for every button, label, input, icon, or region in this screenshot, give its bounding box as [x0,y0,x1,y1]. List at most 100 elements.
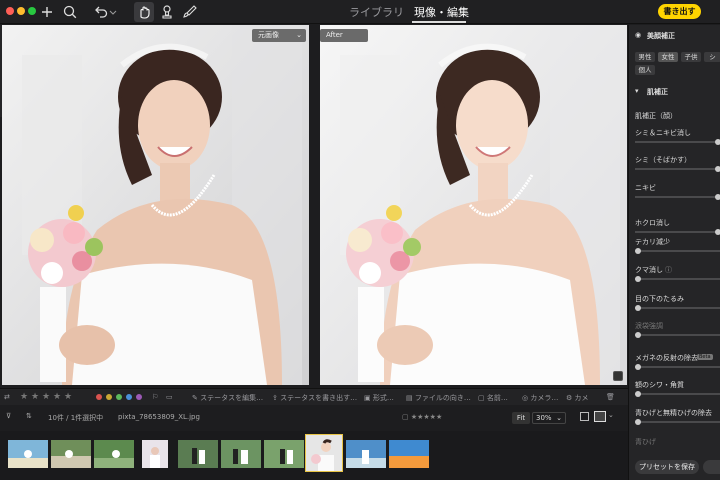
color-label-yellow[interactable] [106,394,112,400]
chevron-down-icon[interactable]: ⌄ [608,411,614,419]
slider-track[interactable] [635,334,720,336]
chip-female[interactable]: 女性 [658,52,678,62]
chevron-down-icon[interactable] [108,3,118,21]
photo-before[interactable]: 元画像 ⌄ [2,25,309,385]
slider-knob[interactable] [715,229,720,235]
chevron-down-icon: ⌄ [296,31,302,39]
thumbnail[interactable] [221,440,261,468]
slider-knob[interactable] [635,332,641,338]
rating-filter-icon[interactable]: ⇄ [4,393,10,401]
comment-icon[interactable]: ▭ [166,393,173,401]
chip-child[interactable]: 子供 [681,52,701,62]
thumbnail[interactable] [264,440,304,468]
flag-icon[interactable]: ⚐ [152,393,158,401]
slider-track[interactable] [635,231,720,233]
color-label-purple[interactable] [136,394,142,400]
slider-track[interactable] [635,196,720,198]
slider-track[interactable] [635,141,720,143]
sort-icon[interactable]: ⇅ [26,412,32,420]
name-sort-button[interactable]: ▢ 名前… [478,393,508,403]
info-icon[interactable]: ⓘ [665,265,672,275]
star-icon[interactable]: ★ [64,392,72,402]
brush-icon[interactable] [181,3,199,21]
slider-knob[interactable] [635,248,641,254]
thumbnail[interactable] [389,440,429,468]
name-sort-label: 名前 [486,394,501,402]
filename: pixta_78653809_XL.jpg [118,413,200,421]
slider-track[interactable] [635,278,720,280]
zoom-value: 30% [536,414,552,422]
slider-track[interactable] [635,168,720,170]
filter-icon[interactable]: ⊽ [6,412,11,420]
file-info-bar: ⊽ ⇅ 10件 / 1件選択中 pixta_78653809_XL.jpg ▢ … [0,406,628,430]
slider-knob[interactable] [715,194,720,200]
slider-knob[interactable] [635,391,641,397]
edit-status-label: ステータスを編集 [200,394,257,402]
nav-library[interactable]: ライブラリ [349,4,404,20]
metadata-bar: ⇄ ★ ★ ★ ★ ★ ⚐ ▭ ✎ ステータスを編集… ⇪ ステータスを書き出す… [0,388,628,405]
save-preset-button[interactable]: プリセットを保存 [635,460,699,474]
slider-knob[interactable] [635,364,641,370]
slider-track[interactable] [635,307,720,309]
star-icon[interactable]: ★ [20,392,28,402]
edit-status-button[interactable]: ✎ ステータスを編集… [192,393,263,403]
before-label[interactable]: 元画像 ⌄ [252,29,306,42]
compare-divider[interactable] [309,25,320,385]
slider-track[interactable] [635,421,720,423]
trash-icon[interactable]: 🗑 [606,393,615,401]
more-options-button[interactable] [703,460,720,474]
after-label[interactable]: After [320,29,368,42]
thumbnail-selected[interactable] [305,434,343,472]
chevron-down-icon[interactable]: ▾ [635,87,639,95]
orientation-button[interactable]: ▤ ファイルの向き… [406,393,471,403]
slider-knob[interactable] [635,276,641,282]
star-icon[interactable]: ★ [42,392,50,402]
slider-track[interactable] [635,366,720,368]
thumbnail[interactable] [51,440,91,468]
color-label-red[interactable] [96,394,102,400]
thumbnail[interactable] [178,440,218,468]
camera-button[interactable]: ◎ カメラ… [522,393,558,403]
thumbnail[interactable] [346,440,386,468]
slider-knob[interactable] [715,139,720,145]
slider-knob[interactable] [715,166,720,172]
before-label-text: 元画像 [258,31,279,39]
fit-button[interactable]: Fit [512,412,530,424]
close-window-button[interactable] [6,7,14,15]
nav-develop[interactable]: 現像・編集 [414,4,469,20]
slider-knob[interactable] [635,305,641,311]
chip-senior[interactable]: シ [704,52,720,62]
slider-track[interactable] [635,250,720,252]
search-icon[interactable] [61,3,79,21]
expand-compare-icon[interactable] [613,371,623,381]
minimize-window-button[interactable] [17,7,25,15]
star-icon[interactable]: ★ [31,392,39,402]
zoom-select[interactable]: 30% ⌄ [532,412,566,424]
thumbnail[interactable] [94,440,134,468]
camera-more-button[interactable]: ⚙ カメ [566,393,589,403]
color-label-blue[interactable] [126,394,132,400]
stamp-icon[interactable] [158,3,176,21]
color-label-green[interactable] [116,394,122,400]
write-status-button[interactable]: ⇪ ステータスを書き出す… [272,393,357,403]
skin-face-title: 肌補正（顔） [635,112,677,120]
chip-individual[interactable]: 個人 [635,65,655,75]
hand-icon[interactable] [135,3,153,21]
thumbnail[interactable] [142,440,168,468]
rating-stars[interactable]: ▢ ★★★★★ [402,413,442,421]
chip-male[interactable]: 男性 [635,52,655,62]
star-icon[interactable]: ★ [53,392,61,402]
thumbnail[interactable] [8,440,48,468]
slider-knob[interactable] [635,419,641,425]
export-button[interactable]: 書き出す [658,4,701,19]
slider-label: 額のシワ・角質 [635,381,684,389]
format-label: 形式 [372,394,387,402]
single-view-icon[interactable] [580,412,589,421]
slider-track[interactable] [635,393,720,395]
filmstrip [0,431,628,480]
add-icon[interactable] [38,3,56,21]
zoom-window-button[interactable] [28,7,36,15]
photo-after[interactable]: After [320,25,627,385]
compare-view-icon[interactable] [594,411,606,422]
format-button[interactable]: ▣ 形式… [364,393,394,403]
